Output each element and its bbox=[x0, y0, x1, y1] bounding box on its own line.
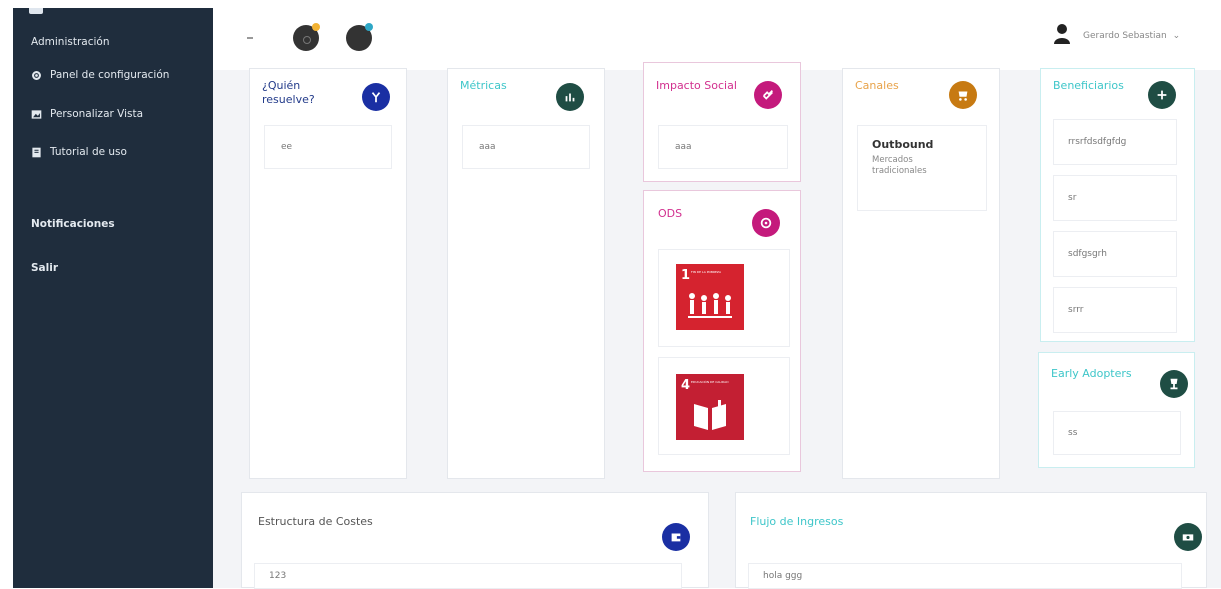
card-canales: Canales Outbound Mercados tradicionales bbox=[842, 68, 1000, 479]
sidebar-item-panel-config[interactable]: Panel de configuración bbox=[31, 69, 169, 81]
card-title: Canales bbox=[855, 79, 899, 92]
sidebar-item-notificaciones[interactable]: Notificaciones bbox=[31, 218, 115, 230]
user-menu[interactable]: Gerardo Sebastian ⌄ bbox=[1083, 31, 1180, 41]
sidebar-item-label: Panel de configuración bbox=[50, 69, 170, 81]
card-title: Estructura de Costes bbox=[258, 515, 373, 528]
item-text: rrsrfdsdfgfdg bbox=[1068, 137, 1127, 147]
list-item[interactable]: ee bbox=[264, 125, 392, 169]
card-title: Impacto Social bbox=[656, 79, 737, 92]
list-item[interactable]: aaa bbox=[462, 125, 590, 169]
user-name: Gerardo Sebastian bbox=[1083, 31, 1167, 41]
branch-icon[interactable] bbox=[362, 83, 390, 111]
card-title: ¿Quién resuelve? bbox=[262, 79, 315, 106]
book-icon bbox=[31, 147, 42, 158]
list-item[interactable]: ss bbox=[1053, 411, 1181, 455]
bell-ring bbox=[303, 36, 311, 44]
card-ods: ODS 1 FIN DE LA POBREZA 4 EDUCACIÓN DE C… bbox=[643, 190, 801, 472]
minus-icon[interactable] bbox=[247, 37, 253, 39]
list-item[interactable]: aaa bbox=[658, 125, 788, 169]
ods-number: 1 bbox=[681, 268, 691, 283]
ods-badge-4[interactable]: 4 EDUCACIÓN DE CALIDAD bbox=[676, 374, 744, 440]
ods-caption: EDUCACIÓN DE CALIDAD bbox=[691, 380, 729, 384]
ods-number: 4 bbox=[681, 378, 691, 393]
list-item[interactable]: sdfgsgrh bbox=[1053, 231, 1177, 277]
people-icon bbox=[688, 293, 732, 318]
card-early-adopters: Early Adopters ss bbox=[1038, 352, 1195, 468]
item-text: srrr bbox=[1068, 305, 1084, 315]
card-title: ODS bbox=[658, 207, 683, 220]
card-impacto-social: Impacto Social aaa bbox=[643, 62, 801, 182]
item-body: Mercados tradicionales bbox=[872, 155, 927, 176]
card-title: Beneficiarios bbox=[1053, 79, 1124, 92]
user-icon[interactable] bbox=[1053, 23, 1071, 45]
list-item[interactable]: Outbound Mercados tradicionales bbox=[857, 125, 987, 211]
item-text: sr bbox=[1068, 193, 1077, 203]
card-title: Métricas bbox=[460, 79, 507, 92]
sidebar-item-label: Notificaciones bbox=[31, 218, 115, 230]
sidebar-item-salir[interactable]: Salir bbox=[31, 262, 58, 274]
sidebar-item-label: Tutorial de uso bbox=[50, 146, 127, 158]
card-flujo-ingresos: Flujo de Ingresos hola ggg bbox=[735, 492, 1207, 589]
ods-badge-container: 1 FIN DE LA POBREZA bbox=[658, 249, 790, 347]
sidebar-header-label: Administración bbox=[31, 36, 110, 48]
sidebar-item-personalizar[interactable]: Personalizar Vista bbox=[31, 108, 143, 120]
plus-icon[interactable] bbox=[1148, 81, 1176, 109]
money-icon[interactable] bbox=[1174, 523, 1202, 551]
sidebar-item-tutorial[interactable]: Tutorial de uso bbox=[31, 146, 127, 158]
notification-bell-icon[interactable] bbox=[293, 23, 320, 51]
sidebar-top-icon bbox=[29, 8, 43, 14]
sidebar-section-admin: Administración bbox=[31, 36, 110, 48]
ods-badge-container: 4 EDUCACIÓN DE CALIDAD bbox=[658, 357, 790, 455]
card-title: Flujo de Ingresos bbox=[750, 515, 844, 528]
item-heading: Outbound bbox=[872, 138, 934, 151]
sidebar: Administración Panel de configuración Pe… bbox=[13, 8, 213, 588]
card-quien-resuelve: ¿Quién resuelve? ee bbox=[249, 68, 407, 479]
trophy-icon[interactable] bbox=[1160, 370, 1188, 398]
list-item[interactable]: 123 bbox=[254, 563, 682, 589]
chevron-down-icon: ⌄ bbox=[1172, 31, 1181, 41]
sidebar-item-label: Personalizar Vista bbox=[50, 108, 144, 120]
ods-badge-1[interactable]: 1 FIN DE LA POBREZA bbox=[676, 264, 744, 330]
list-item[interactable]: sr bbox=[1053, 175, 1177, 221]
bar-chart-icon[interactable] bbox=[556, 83, 584, 111]
wallet-icon[interactable] bbox=[662, 523, 690, 551]
item-text: ee bbox=[281, 142, 293, 152]
item-text: aaa bbox=[479, 142, 496, 152]
ods-caption: FIN DE LA POBREZA bbox=[691, 270, 722, 274]
card-metricas: Métricas aaa bbox=[447, 68, 605, 479]
globe-icon[interactable] bbox=[752, 209, 780, 237]
image-icon bbox=[31, 109, 42, 120]
badge-dot bbox=[365, 23, 373, 31]
sidebar-item-label: Salir bbox=[31, 262, 59, 274]
item-text: aaa bbox=[675, 142, 692, 152]
card-beneficiarios: Beneficiarios rrsrfdsdfgfdg sr sdfgsgrh … bbox=[1040, 68, 1195, 342]
card-estructura-costes: Estructura de Costes 123 bbox=[241, 492, 709, 589]
badge-dot bbox=[312, 23, 320, 31]
book-open-icon bbox=[694, 400, 726, 430]
item-text: 123 bbox=[269, 571, 287, 581]
item-text: ss bbox=[1068, 428, 1078, 438]
cart-icon[interactable] bbox=[949, 81, 977, 109]
list-item[interactable]: hola ggg bbox=[748, 563, 1182, 589]
topbar: Gerardo Sebastian ⌄ bbox=[213, 8, 1221, 70]
handshake-icon[interactable] bbox=[754, 81, 782, 109]
item-text: sdfgsgrh bbox=[1068, 249, 1107, 259]
list-item[interactable]: rrsrfdsdfgfdg bbox=[1053, 119, 1177, 165]
message-icon[interactable] bbox=[346, 23, 373, 51]
card-title: Early Adopters bbox=[1051, 367, 1132, 380]
list-item[interactable]: srrr bbox=[1053, 287, 1177, 333]
item-text: hola ggg bbox=[763, 571, 803, 581]
gear-icon bbox=[31, 70, 42, 81]
